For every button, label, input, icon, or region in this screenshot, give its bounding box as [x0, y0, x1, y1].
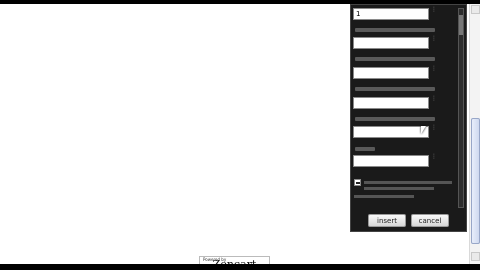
image-insert-form-panel: ⋮ ⋮ ⋮ ⋮ ⋮ ⋮ insert cancel	[350, 4, 467, 232]
field-4-grip-icon: ⋮	[431, 95, 437, 102]
panel-scrollbar[interactable]	[458, 8, 464, 208]
checkbox-label-line-2	[364, 187, 434, 190]
form-field-2[interactable]	[353, 37, 429, 49]
form-field-6[interactable]	[353, 155, 429, 167]
form-note-text	[354, 195, 414, 198]
bottom-frame-edge	[0, 264, 480, 270]
form-field-3[interactable]	[353, 67, 429, 79]
page-scrollbar[interactable]	[469, 4, 480, 264]
page-scroll-thumb[interactable]	[471, 118, 480, 244]
mouse-pointer-icon	[421, 126, 426, 134]
field-label-4	[355, 87, 435, 91]
field-3-grip-icon: ⋮	[431, 65, 437, 72]
browser-viewport: ⋮ ⋮ ⋮ ⋮ ⋮ ⋮ insert cancel Powered by Zen…	[0, 0, 480, 270]
option-checkbox[interactable]	[354, 179, 361, 186]
field-6-grip-icon: ⋮	[431, 153, 437, 160]
scroll-up-icon[interactable]	[471, 5, 480, 14]
field-5-grip-icon: ⋮	[431, 124, 437, 131]
field-label-3	[355, 57, 435, 61]
field-1-grip-icon: ⋮	[431, 6, 437, 13]
form-field-1[interactable]	[353, 8, 429, 20]
field-2-grip-icon: ⋮	[431, 35, 437, 42]
scroll-down-icon[interactable]	[471, 252, 480, 261]
form-field-5[interactable]	[353, 126, 429, 138]
field-label-2	[355, 28, 435, 32]
insert-button[interactable]: insert	[368, 214, 406, 227]
panel-scroll-thumb[interactable]	[459, 15, 463, 35]
checkbox-label-line-1	[364, 181, 452, 184]
field-label-5	[355, 117, 435, 121]
form-field-4[interactable]	[353, 97, 429, 109]
cancel-button[interactable]: cancel	[411, 214, 449, 227]
logo-tagline: Powered by	[203, 257, 227, 262]
field-label-6	[355, 147, 375, 151]
